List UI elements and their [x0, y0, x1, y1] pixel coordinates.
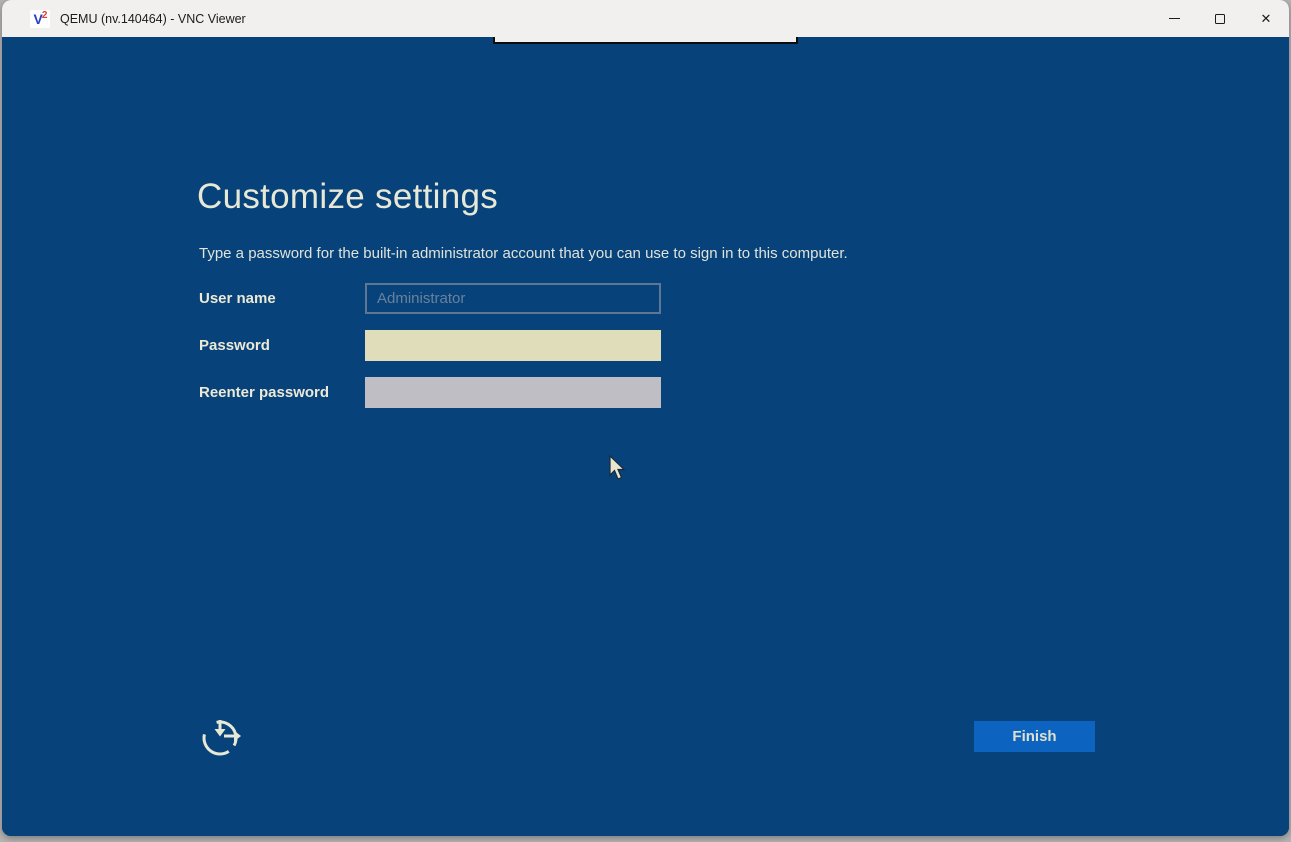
close-button[interactable]: ✕	[1243, 0, 1289, 37]
page-description: Type a password for the built-in adminis…	[199, 245, 848, 262]
password-label: Password	[199, 330, 359, 360]
vnc-logo-2: 2	[42, 11, 47, 21]
password-input[interactable]	[365, 330, 661, 361]
username-label: User name	[199, 283, 359, 313]
vnc-logo-v: V	[34, 12, 42, 26]
finish-button[interactable]: Finish	[974, 721, 1095, 752]
maximize-icon	[1215, 14, 1225, 24]
vnc-toolbar-tab[interactable]	[493, 37, 798, 44]
username-input[interactable]	[365, 283, 661, 314]
desktop-background: { "window": { "title": "QEMU (nv.140464)…	[0, 0, 1291, 842]
close-icon: ✕	[1261, 12, 1272, 25]
vnc-logo-icon: V 2	[30, 10, 50, 28]
minimize-button[interactable]	[1151, 0, 1197, 37]
arrow-cursor-icon	[609, 455, 627, 482]
ease-of-access-button[interactable]	[198, 712, 246, 760]
remote-screen: Customize settings Type a password for t…	[2, 37, 1289, 836]
maximize-button[interactable]	[1197, 0, 1243, 37]
titlebar: V 2 QEMU (nv.140464) - VNC Viewer ✕	[2, 0, 1289, 37]
minimize-icon	[1169, 18, 1180, 19]
window-title: QEMU (nv.140464) - VNC Viewer	[60, 12, 246, 26]
window-controls: ✕	[1151, 0, 1289, 37]
vnc-viewer-window: V 2 QEMU (nv.140464) - VNC Viewer ✕ Cust…	[2, 0, 1289, 836]
ease-of-access-icon	[198, 712, 246, 760]
reenter-password-input[interactable]	[365, 377, 661, 408]
page-title: Customize settings	[197, 177, 498, 217]
reenter-password-label: Reenter password	[199, 377, 359, 407]
